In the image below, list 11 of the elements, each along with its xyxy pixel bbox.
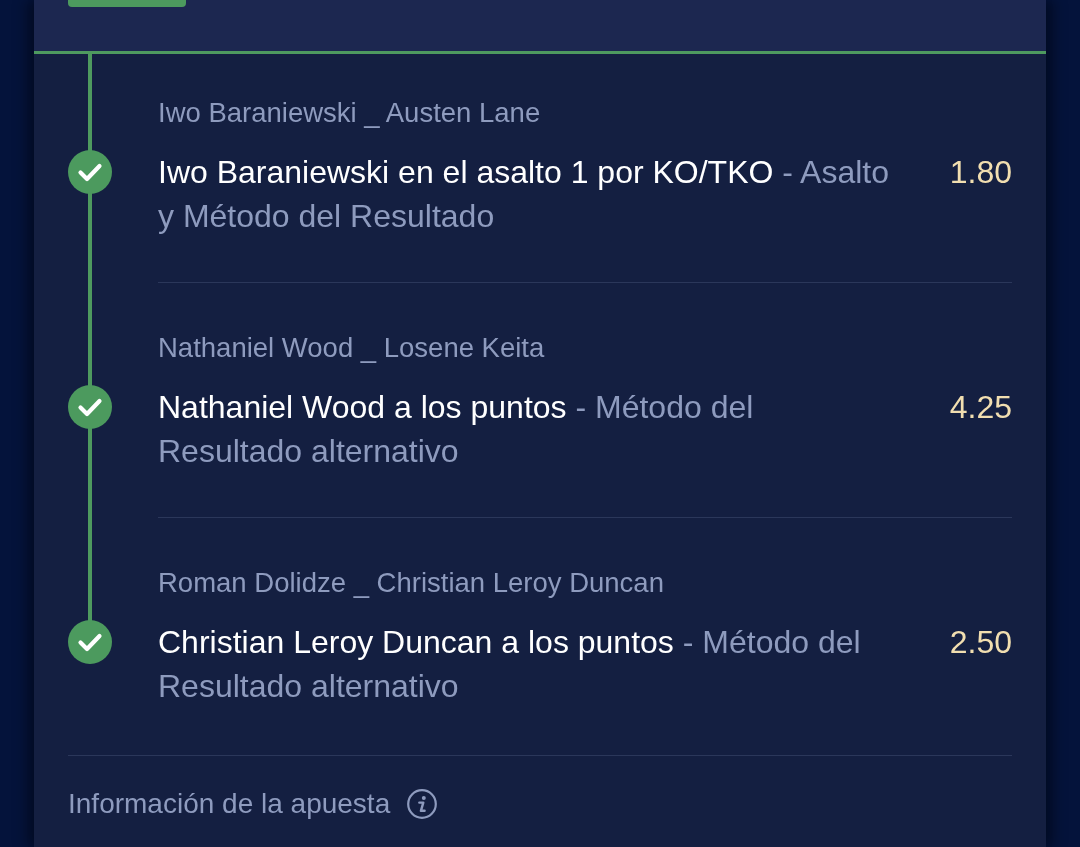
odds-value: 4.25 bbox=[949, 388, 1012, 427]
selection-text: Nathaniel Wood a los puntos - Método del Resultado alternativo bbox=[158, 388, 755, 471]
event-name: Roman Dolidze _ Christian Leroy Duncan bbox=[158, 566, 665, 600]
event-name: Nathaniel Wood _ Losene Keita bbox=[158, 331, 546, 365]
bet-info-label: Información de la apuesta bbox=[68, 787, 391, 821]
info-icon[interactable] bbox=[407, 789, 438, 819]
event-name: Iwo Baraniewski _ Austen Lane bbox=[158, 96, 542, 130]
odds-value: 2.50 bbox=[949, 623, 1012, 662]
odds-value: 1.80 bbox=[949, 153, 1012, 192]
selection-text: Iwo Baraniewski en el asalto 1 por KO/TKO - Asalto y Método del Resultado bbox=[158, 153, 890, 236]
selection-text: Christian Leroy Duncan a los puntos - Método del Resultado alternativo bbox=[158, 623, 862, 706]
